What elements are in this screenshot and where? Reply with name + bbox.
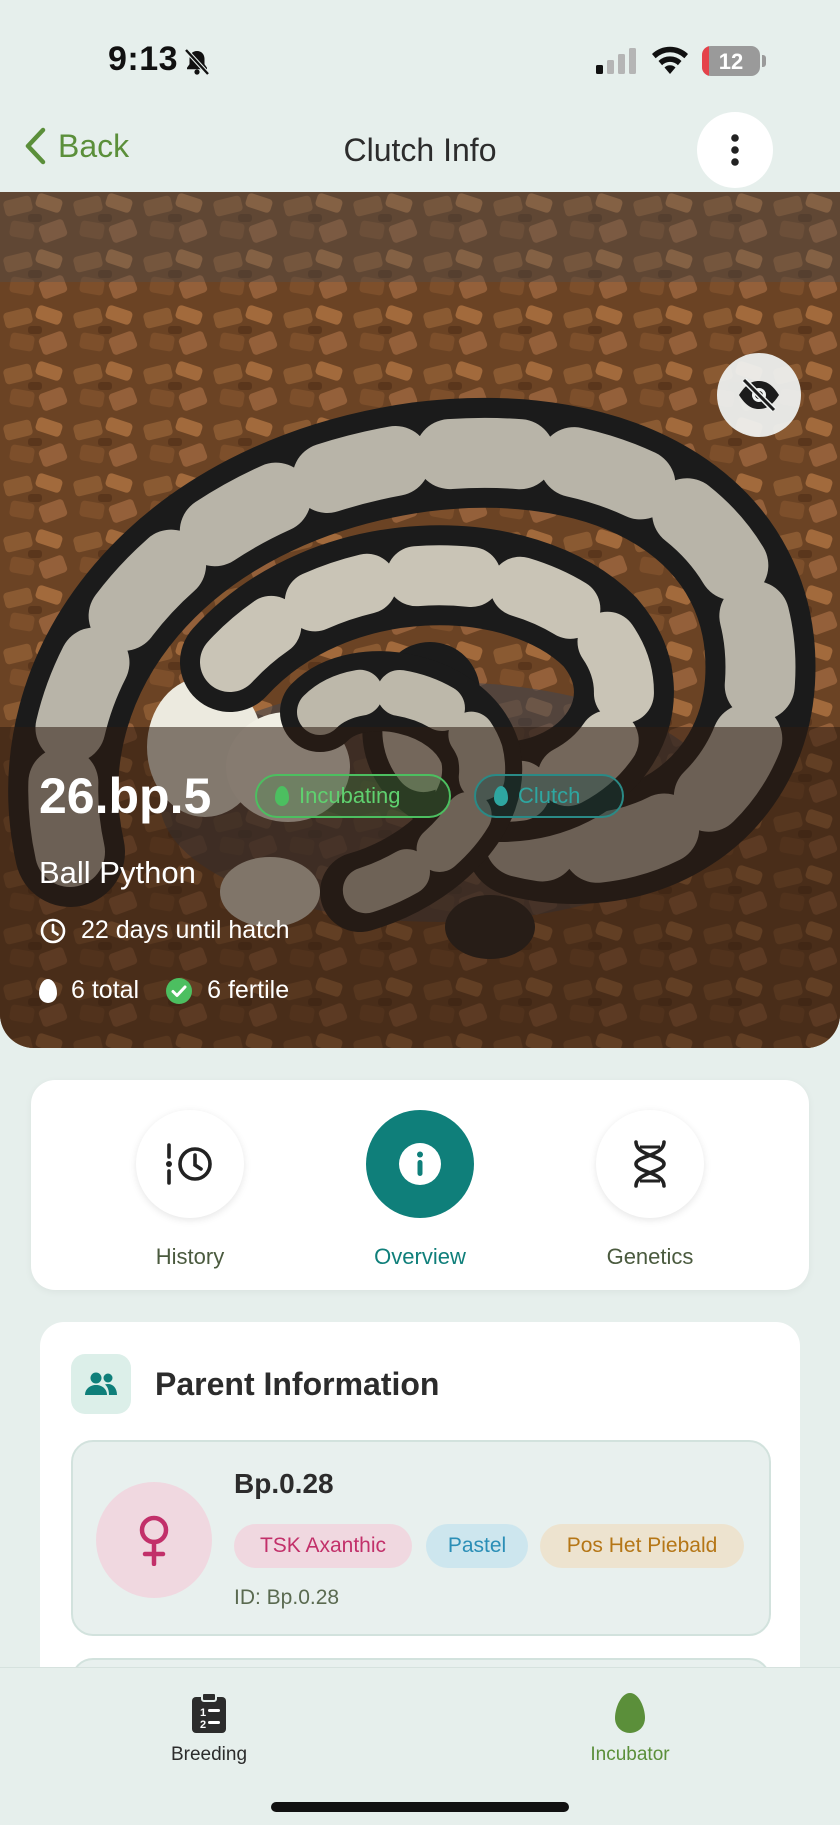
egg-icon (275, 786, 289, 806)
people-icon (71, 1354, 131, 1414)
chevron-left-icon (25, 127, 46, 165)
tab-label: Overview (374, 1244, 466, 1269)
tab-label: History (155, 1244, 225, 1269)
gene-tag: Pastel (426, 1524, 528, 1568)
more-options-button[interactable] (697, 112, 773, 188)
female-icon (96, 1482, 212, 1598)
battery-indicator: 12 (702, 46, 760, 76)
back-label: Back (58, 127, 130, 164)
info-icon (366, 1110, 474, 1218)
parent-id: ID: Bp.0.28 (234, 1586, 340, 1609)
tab-history[interactable]: History (110, 1110, 270, 1270)
egg-counts: 6 total 6 fertile (39, 976, 289, 1005)
parent-item-female[interactable]: Bp.0.28 TSK Axanthic Pastel Pos Het Pieb… (71, 1440, 771, 1636)
nav-breeding-label: Breeding (170, 1744, 248, 1765)
svg-text:1: 1 (200, 1707, 206, 1719)
cellular-signal-icon (596, 48, 636, 74)
status-badge-label: Incubating (299, 783, 401, 808)
more-vertical-icon (731, 134, 739, 166)
section-title: Parent Information (155, 1366, 440, 1402)
section-tabs: History Overview Genetics (31, 1080, 809, 1290)
bell-slash-icon (184, 48, 210, 76)
clutch-hero-card: 26.bp.5 Incubating Clutch Ball Python 22… (0, 192, 840, 1048)
clock-icon (40, 918, 66, 943)
total-count: 6 total (39, 976, 139, 1005)
status-time: 9:13 (108, 40, 179, 78)
nav-incubator[interactable]: Incubator (530, 1692, 730, 1766)
check-circle-icon (166, 977, 193, 1004)
eye-slash-icon (739, 377, 779, 413)
fertile-count-text: 6 fertile (207, 976, 290, 1004)
navigation-header: Back Clutch Info (0, 110, 840, 192)
tab-overview[interactable]: Overview (340, 1110, 500, 1270)
gene-tag: TSK Axanthic (234, 1524, 412, 1568)
tab-label: Genetics (606, 1244, 694, 1269)
parent-name: Bp.0.28 (234, 1468, 334, 1499)
dna-icon (596, 1110, 704, 1218)
status-badge: Incubating (255, 774, 451, 818)
status-bar: 9:13 12 (0, 0, 840, 110)
battery-percent: 12 (718, 49, 744, 74)
species-label: Ball Python (39, 855, 196, 890)
type-badge-label: Clutch (518, 783, 581, 808)
battery-cap (762, 55, 766, 67)
type-badge: Clutch (474, 774, 624, 818)
hatch-text: 22 days until hatch (81, 916, 290, 944)
clutch-id: 26.bp.5 (39, 768, 212, 824)
egg-icon (615, 1693, 645, 1733)
home-indicator (271, 1802, 569, 1812)
history-icon (136, 1110, 244, 1218)
nav-breeding[interactable]: 1 2 Breeding (109, 1692, 309, 1766)
clipboard-icon: 1 2 (192, 1692, 226, 1733)
fertile-count: 6 fertile (165, 976, 289, 1005)
egg-icon (494, 786, 508, 806)
wifi-icon (652, 46, 688, 74)
bottom-navigation: 1 2 Breeding Incubator (0, 1667, 840, 1825)
svg-text:2: 2 (200, 1719, 206, 1731)
egg-icon (39, 978, 57, 1003)
hatch-countdown: 22 days until hatch (39, 916, 289, 945)
hide-photo-button[interactable] (717, 353, 801, 437)
nav-incubator-label: Incubator (590, 1744, 670, 1765)
back-button[interactable]: Back (22, 126, 129, 166)
total-count-text: 6 total (71, 976, 140, 1004)
tab-genetics[interactable]: Genetics (570, 1110, 730, 1270)
gene-tag: Pos Het Piebald (540, 1524, 744, 1568)
